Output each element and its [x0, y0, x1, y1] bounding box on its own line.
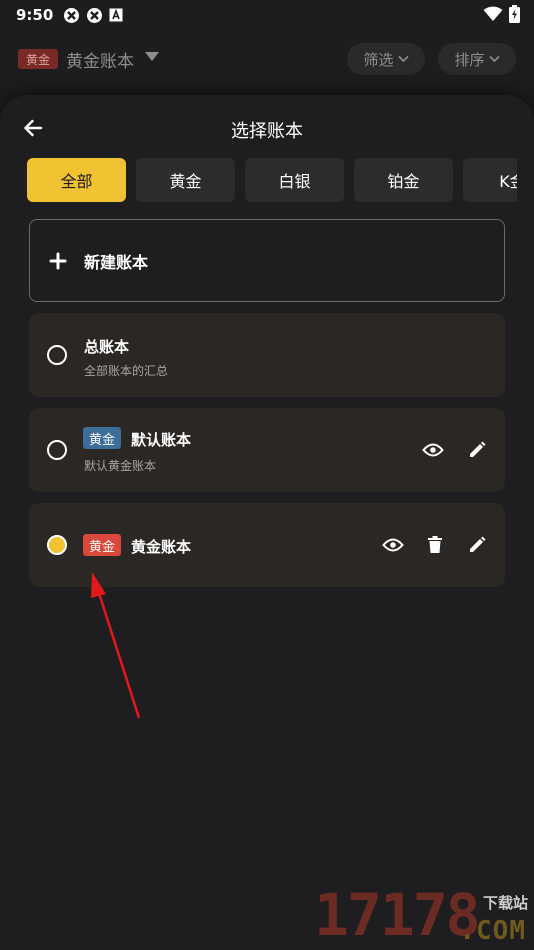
- sort-label: 排序: [454, 50, 485, 69]
- view-button[interactable]: [420, 437, 446, 463]
- notification-a-icon: [109, 8, 123, 22]
- caret-down-icon: [145, 52, 159, 61]
- watermark-label: 下载站: [482, 894, 528, 912]
- watermark-logo: 17178 下载站 .COM: [312, 880, 534, 950]
- book-card-total[interactable]: 总账本 全部账本的汇总: [29, 313, 505, 397]
- pencil-icon: [470, 536, 486, 552]
- book-type-badge: 黄金: [83, 427, 122, 449]
- plus-icon: [49, 252, 67, 269]
- book-type-badge: 黄金: [83, 534, 122, 556]
- watermark-domain: .COM: [459, 916, 526, 946]
- filter-button[interactable]: 筛选: [347, 43, 425, 75]
- status-bar: 9:50: [0, 0, 534, 30]
- new-book-button[interactable]: 新建账本: [29, 219, 505, 302]
- filter-label: 筛选: [363, 50, 394, 69]
- background-header: 黄金 黄金账本 筛选 排序: [0, 40, 534, 80]
- trash-icon: [428, 536, 442, 553]
- book-card-gold[interactable]: 黄金 黄金账本: [29, 503, 505, 587]
- delete-button[interactable]: [422, 532, 448, 558]
- notification-app-icon: [87, 7, 103, 23]
- book-card-default[interactable]: 黄金 默认账本 默认黄金账本: [29, 408, 505, 492]
- book-radio[interactable]: [47, 345, 67, 365]
- tab-platinum[interactable]: 铂金: [354, 158, 453, 202]
- battery-icon: [509, 5, 520, 23]
- book-radio-selected[interactable]: [47, 535, 67, 555]
- chevron-down-icon: [488, 55, 500, 63]
- select-book-sheet: 选择账本 全部 黄金 白银 铂金 K金 新建账本 总账本 全部账本的汇总 黄金 …: [0, 95, 534, 950]
- view-button[interactable]: [380, 532, 406, 558]
- sort-button[interactable]: 排序: [438, 43, 516, 75]
- chevron-down-icon: [397, 55, 409, 63]
- eye-icon: [422, 443, 444, 457]
- tab-k-gold[interactable]: K金: [463, 158, 517, 202]
- book-subtitle: 默认黄金账本: [84, 459, 157, 473]
- tab-gold[interactable]: 黄金: [136, 158, 235, 202]
- book-title: 默认账本: [131, 431, 192, 449]
- category-tabs: 全部 黄金 白银 铂金 K金: [27, 158, 517, 202]
- watermark-number: 17178: [314, 881, 481, 949]
- book-title: 黄金账本: [131, 538, 192, 556]
- tab-all[interactable]: 全部: [27, 158, 126, 202]
- edit-button[interactable]: [464, 532, 490, 558]
- sheet-title: 选择账本: [231, 121, 303, 142]
- eye-icon: [382, 538, 404, 552]
- book-tag: 黄金: [18, 49, 58, 69]
- sheet-header: 选择账本: [0, 95, 534, 157]
- notification-app-icon: [64, 7, 80, 23]
- pencil-icon: [470, 441, 486, 457]
- edit-button[interactable]: [464, 437, 490, 463]
- book-radio[interactable]: [47, 440, 67, 460]
- book-subtitle: 全部账本的汇总: [84, 364, 169, 378]
- tab-silver[interactable]: 白银: [245, 158, 344, 202]
- new-book-label: 新建账本: [84, 252, 149, 272]
- wifi-icon: [483, 6, 503, 21]
- current-book-title: 黄金账本: [66, 52, 134, 72]
- book-title: 总账本: [84, 338, 130, 356]
- status-time: 9:50: [16, 6, 54, 24]
